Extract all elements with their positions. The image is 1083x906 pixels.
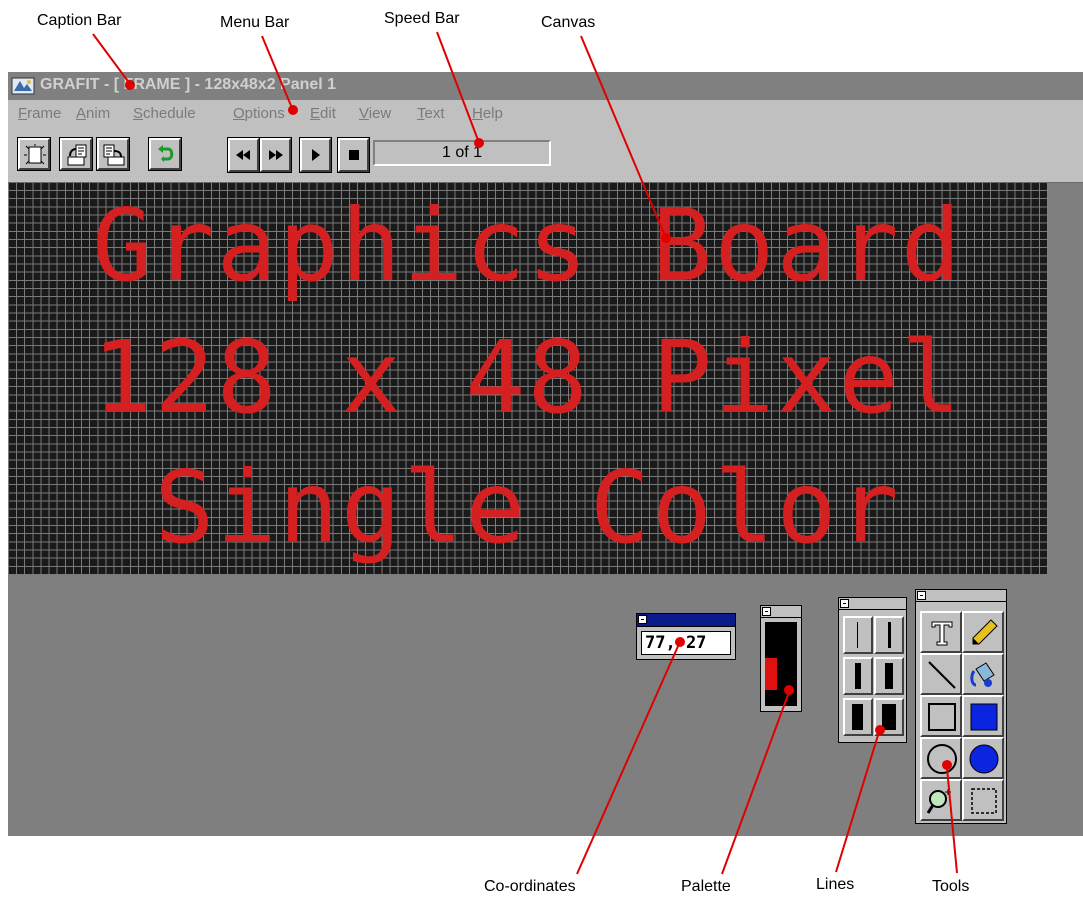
canvas-line-2: 128 x 48 Pixel [92,319,963,436]
new-frame-button[interactable] [17,137,51,171]
stop-icon [349,150,359,160]
speed-bar: 1 of 1 [8,126,1083,183]
window-title: GRAFIT - [ FRAME ] - 128x48x2 Panel 1 [40,76,337,93]
system-menu-icon[interactable] [840,599,849,608]
line-width-2[interactable] [874,616,904,654]
menu-help[interactable]: Help [472,105,503,122]
menu-bar: Frame Anim Schedule Options Edit View Te… [8,100,1083,126]
fill-tool[interactable] [962,653,1004,695]
app-icon[interactable] [11,76,35,96]
lines-palette[interactable] [838,597,907,743]
fast-forward-button[interactable] [259,137,292,173]
undo-button[interactable] [148,137,182,171]
menu-edit[interactable]: Edit [310,105,336,122]
menu-view[interactable]: View [359,105,391,122]
export-frame-button[interactable] [59,137,93,171]
callout-caption-bar: Caption Bar [37,12,122,29]
color-palette[interactable] [760,605,802,712]
new-frame-icon [24,144,46,165]
rectangle-tool[interactable] [920,695,962,737]
callout-lines: Lines [816,876,855,893]
rewind-icon [236,150,250,160]
line-width-3[interactable] [843,657,873,695]
system-menu-icon[interactable] [917,591,926,600]
menu-frame[interactable]: Frame [18,105,61,122]
tools-titlebar[interactable] [916,590,1006,602]
undo-icon [158,145,174,162]
frame-counter: 1 of 1 [373,140,551,166]
coordinates-value: 77, 27 [641,631,731,655]
system-menu-icon[interactable] [638,615,647,624]
lines-titlebar[interactable] [839,598,906,610]
system-menu-icon[interactable] [762,607,771,616]
fast-forward-icon [269,150,283,160]
line-width-6[interactable] [874,698,904,736]
play-icon [312,149,320,161]
menu-options[interactable]: Options [233,105,285,122]
text-tool-icon [931,621,953,646]
ellipse-icon [927,744,957,774]
rewind-button[interactable] [227,137,260,173]
filled-ellipse-tool[interactable] [962,737,1004,779]
menu-anim[interactable]: Anim [76,105,110,122]
coordinates-titlebar[interactable] [637,614,735,627]
text-tool[interactable] [920,611,962,653]
zoom-tool[interactable] [920,779,962,821]
callout-tools: Tools [932,878,970,895]
callout-menu-bar: Menu Bar [220,14,290,31]
pencil-icon [972,619,998,645]
filled-rectangle-tool[interactable] [962,695,1004,737]
callout-palette: Palette [681,878,731,895]
line-icon [928,661,956,689]
stop-button[interactable] [337,137,370,173]
line-width-4[interactable] [874,657,904,695]
magnifier-icon [926,789,951,814]
menu-text[interactable]: Text [417,105,445,122]
callout-coordinates: Co-ordinates [484,878,576,895]
selection-tool[interactable] [962,779,1004,821]
canvas-line-1: Graphics Board [92,187,963,304]
menu-schedule[interactable]: Schedule [133,105,196,122]
import-frame-icon [103,144,125,166]
line-width-1[interactable] [843,616,873,654]
paint-bucket-icon [970,662,995,687]
filled-ellipse-icon [969,744,999,774]
caption-bar[interactable]: GRAFIT - [ FRAME ] - 128x48x2 Panel 1 [8,72,1083,100]
line-width-5[interactable] [843,698,873,736]
play-button[interactable] [299,137,332,173]
pencil-tool[interactable] [962,611,1004,653]
tools-palette[interactable] [915,589,1007,824]
callout-canvas: Canvas [541,14,596,31]
import-frame-button[interactable] [96,137,130,171]
filled-rectangle-icon [970,703,998,731]
marquee-selection-icon [971,788,997,814]
coordinates-palette[interactable]: 77, 27 [636,613,736,660]
palette-selected-swatch[interactable] [765,658,777,690]
canvas-line-3: Single Color [154,449,901,566]
pixel-canvas[interactable]: Graphics Board 128 x 48 Pixel Single Col… [8,183,1047,575]
ellipse-tool[interactable] [920,737,962,779]
export-frame-icon [67,144,87,166]
palette-titlebar[interactable] [761,606,801,618]
line-tool[interactable] [920,653,962,695]
rectangle-icon [928,703,956,731]
callout-speed-bar: Speed Bar [384,10,460,27]
